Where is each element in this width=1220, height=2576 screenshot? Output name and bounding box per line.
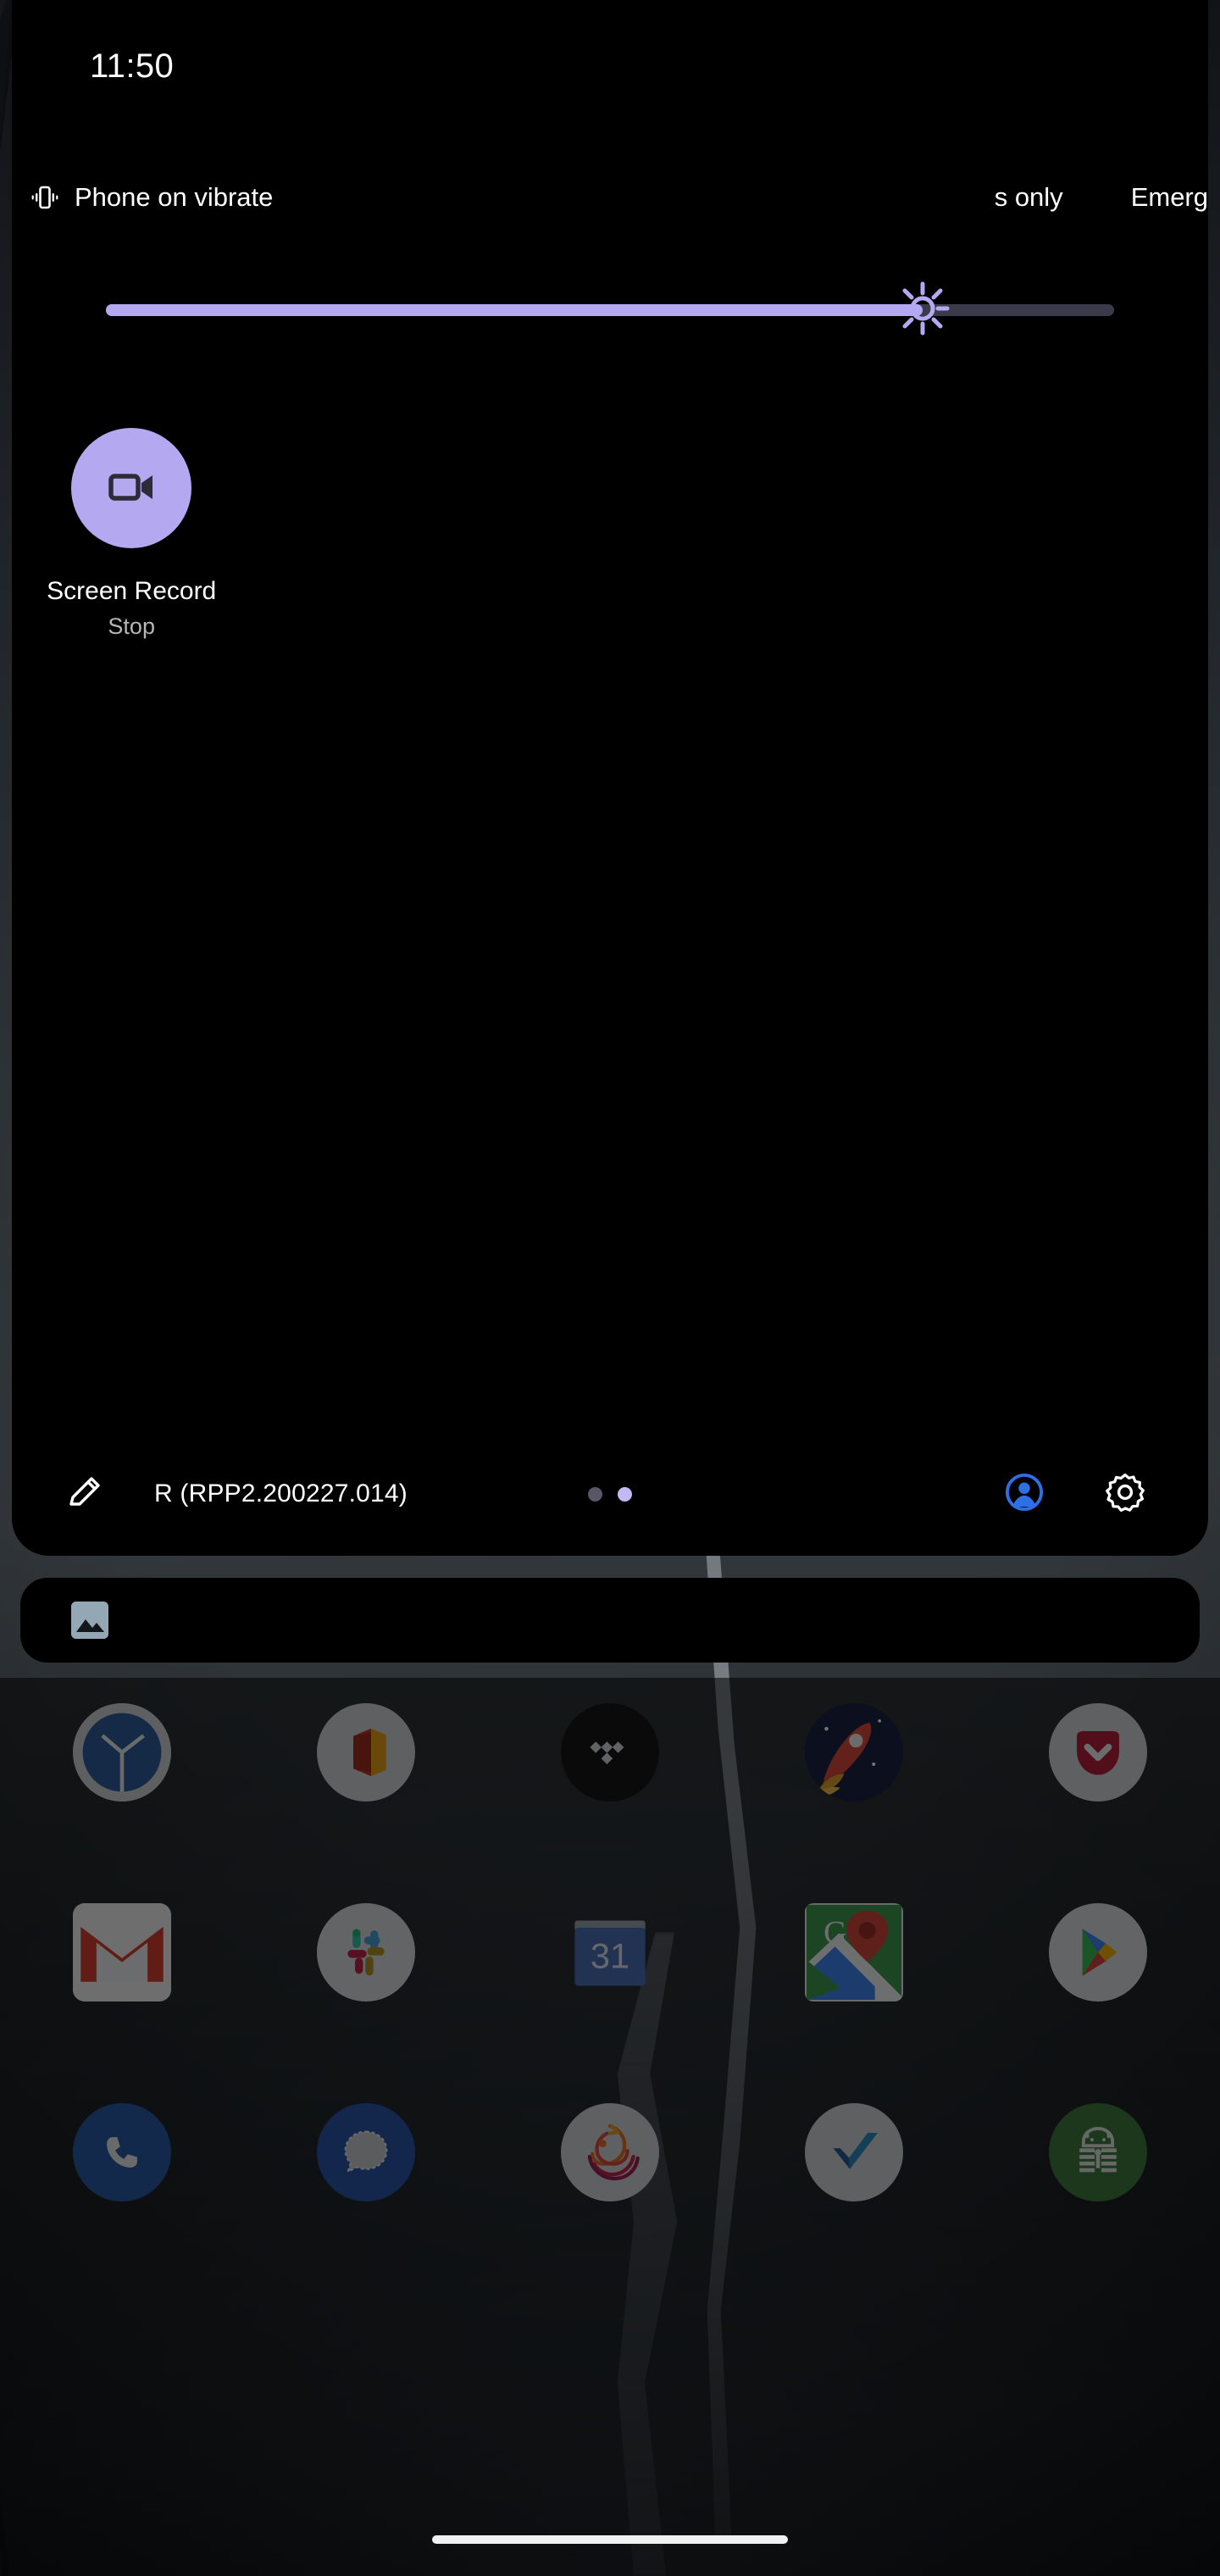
ringer-status-label: Phone on vibrate <box>75 182 274 212</box>
app-gmail[interactable] <box>0 1903 244 2001</box>
app-office[interactable] <box>244 1703 488 1802</box>
signal-icon <box>317 2103 415 2201</box>
office-icon <box>317 1703 415 1802</box>
quick-settings-footer: R (RPP2.200227.014) <box>12 1432 1208 1556</box>
app-phone[interactable] <box>0 2103 244 2201</box>
build-number-label: R (RPP2.200227.014) <box>154 1480 408 1507</box>
svg-text:G: G <box>824 1915 847 1951</box>
app-clock[interactable] <box>0 1703 244 1802</box>
pencil-edit-icon[interactable] <box>64 1474 105 1514</box>
play-store-icon <box>1049 1903 1147 2001</box>
app-play-store[interactable] <box>976 1903 1220 2001</box>
app-signal[interactable] <box>244 2103 488 2201</box>
firefox-icon <box>561 2103 659 2201</box>
brightness-row <box>12 281 1208 335</box>
pocket-icon <box>1049 1703 1147 1802</box>
calendar-day-number: 31 <box>591 1936 629 1976</box>
photo-image-icon <box>71 1602 108 1639</box>
page-dot-2[interactable] <box>618 1486 632 1502</box>
home-app-grid: 31 G <box>0 1703 1220 2201</box>
home-gesture-pill[interactable] <box>432 2535 788 2544</box>
brightness-sun-icon <box>896 281 950 340</box>
rocket-icon <box>805 1703 903 1802</box>
carrier-secondary-label: Emerg <box>1130 182 1208 212</box>
video-camera-icon <box>104 459 158 518</box>
keepass-icon <box>1049 2103 1147 2201</box>
screen-record-tile-sublabel: Stop <box>108 613 155 639</box>
gear-settings-icon[interactable] <box>1105 1472 1145 1517</box>
screen-record-tile-label: Screen Record <box>47 577 217 605</box>
screen-record-tile-circle[interactable] <box>71 428 192 548</box>
quick-settings-panel: 11:50 Phone on vibrate s only Emerg Scre… <box>12 0 1208 1556</box>
phone-icon <box>73 2103 171 2201</box>
app-wunderlist[interactable] <box>732 2103 976 2201</box>
carrier-primary-label: s only <box>994 182 1063 212</box>
tidal-icon <box>561 1703 659 1802</box>
brightness-slider[interactable] <box>106 281 1114 335</box>
page-dot-1[interactable] <box>588 1486 602 1502</box>
brightness-fill <box>106 304 923 316</box>
ringer-status[interactable]: Phone on vibrate <box>30 182 273 213</box>
user-avatar-icon[interactable] <box>1005 1473 1044 1516</box>
app-rocket[interactable] <box>732 1703 976 1802</box>
collapsed-notification[interactable] <box>20 1578 1200 1663</box>
maps-icon: G <box>805 1903 903 2001</box>
slack-icon <box>317 1903 415 2001</box>
clock-icon <box>73 1703 171 1802</box>
app-tidal[interactable] <box>488 1703 732 1802</box>
calendar-icon: 31 <box>561 1903 659 2001</box>
app-firefox[interactable] <box>488 2103 732 2201</box>
app-keepass[interactable] <box>976 2103 1220 2201</box>
carrier-status: s only Emerg <box>995 182 1208 213</box>
qs-tile-screen-record[interactable]: Screen Record Stop <box>12 428 251 640</box>
page-indicator-dots <box>588 1486 632 1502</box>
brightness-thumb[interactable] <box>891 279 954 341</box>
app-maps[interactable]: G <box>732 1903 976 2001</box>
status-bar-clock: 11:50 <box>90 47 175 85</box>
phone-screen: 31 G 11:50 Phone on vibrate s only Emerg… <box>0 0 1220 2576</box>
app-calendar[interactable]: 31 <box>488 1903 732 2001</box>
quick-settings-header: Phone on vibrate s only Emerg <box>12 174 1208 221</box>
gmail-icon <box>73 1903 171 2001</box>
app-slack[interactable] <box>244 1903 488 2001</box>
vibrate-icon <box>30 183 59 212</box>
footer-actions <box>1005 1472 1145 1517</box>
app-pocket[interactable] <box>976 1703 1220 1802</box>
wunderlist-checkmark-icon <box>805 2103 903 2201</box>
quick-settings-tiles: Screen Record Stop <box>12 428 1208 640</box>
